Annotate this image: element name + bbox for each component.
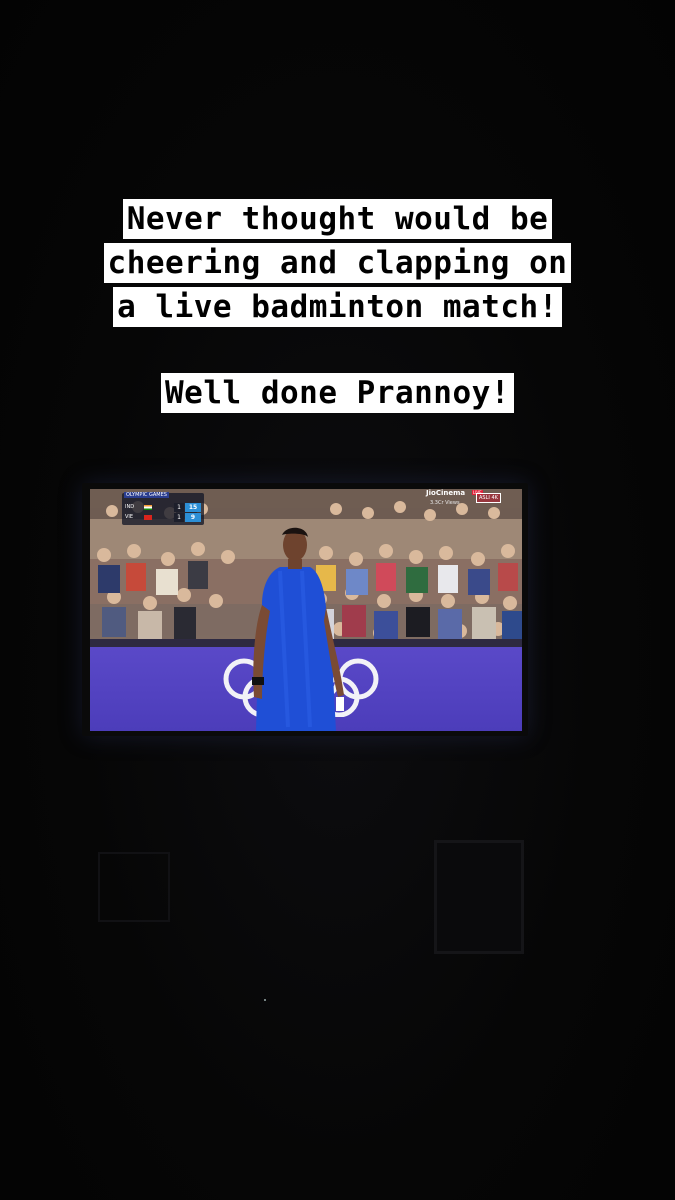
television: OLYMPIC GAMES IND 1 15 VIE 1 9 JioCinema… — [82, 483, 528, 736]
vietnam-flag-icon — [144, 515, 152, 520]
india-flag-icon — [144, 505, 152, 510]
match-scoreboard: OLYMPIC GAMES IND 1 15 VIE 1 9 — [122, 492, 204, 525]
standby-light — [264, 999, 266, 1001]
view-count: 3.3Cr Views — [430, 500, 460, 506]
broadcaster-overlay: JioCinema LIVE 3.3Cr Views ASLI 4K — [426, 489, 506, 513]
point-score: 15 — [185, 503, 201, 512]
broadcaster-name: JioCinema — [426, 489, 466, 497]
wall-frame — [434, 840, 524, 954]
score-row: VIE 1 9 — [124, 513, 202, 522]
caption-text: Never thought would be — [122, 199, 553, 239]
caption-line-3: a live badminton match! — [0, 287, 675, 327]
wall-frame — [98, 852, 170, 922]
quality-badge: ASLI 4K — [476, 493, 501, 503]
set-score: 1 — [174, 503, 184, 512]
country-code: IND — [125, 504, 135, 510]
event-label: OLYMPIC GAMES — [124, 492, 169, 498]
set-score: 1 — [174, 513, 184, 522]
caption-line-2: cheering and clapping on — [0, 243, 675, 283]
caption-text: a live badminton match! — [113, 287, 562, 327]
tv-screen — [90, 489, 522, 731]
caption-line-1: Never thought would be — [0, 199, 675, 239]
caption-line-4: Well done Prannoy! — [0, 373, 675, 413]
country-code: VIE — [125, 514, 134, 520]
point-score: 9 — [185, 513, 201, 522]
caption-text: cheering and clapping on — [103, 243, 572, 283]
caption-text: Well done Prannoy! — [161, 373, 514, 413]
player-figure — [252, 527, 344, 731]
score-row: IND 1 15 — [124, 503, 202, 512]
